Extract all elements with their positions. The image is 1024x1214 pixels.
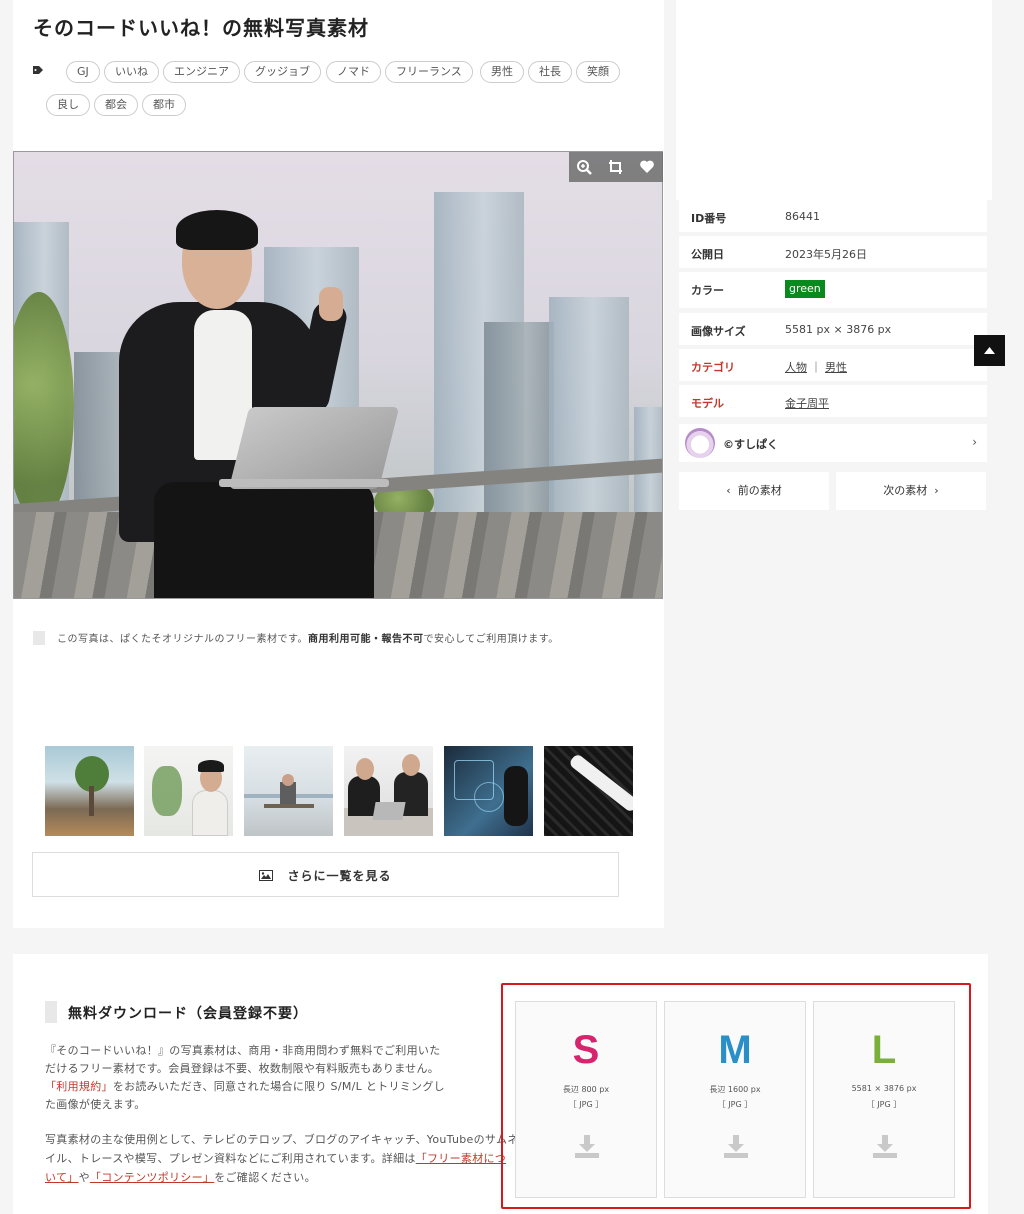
download-text-line: た画像が使えます。 <box>45 1098 146 1111</box>
color-badge[interactable]: green <box>785 280 825 298</box>
tag-icon <box>33 66 43 74</box>
free-material-link[interactable]: 「フリー素材につ <box>416 1152 506 1165</box>
more-list-label: さらに一覧を見る <box>287 869 392 883</box>
size-dim-l: 5581 × 3876 px <box>851 1084 917 1093</box>
main-photo[interactable] <box>13 151 663 599</box>
tag-smile[interactable]: 笑顔 <box>576 61 620 83</box>
download-text-line: 「利用規約」をお読みいただき、同意された場合に限り S/M/L とトリミングし <box>45 1080 445 1093</box>
info-id-label: ID番号 <box>691 212 727 225</box>
heart-icon[interactable] <box>631 152 662 182</box>
related-thumb-keyboard[interactable] <box>544 746 633 836</box>
download-title: 無料ダウンロード（会員登録不要） <box>68 1006 308 1022</box>
license-notice: この写真は、ぱくたそオリジナルのフリー素材です。商用利用可能・報告不可で安心して… <box>57 634 559 645</box>
download-size-s[interactable]: S 長辺 800 px ［ JPG ］ <box>515 1001 657 1198</box>
category-link-person[interactable]: 人物 <box>785 361 807 374</box>
terms-link[interactable]: 「利用規約」 <box>45 1080 113 1093</box>
info-model-row: モデル 金子周平 <box>679 385 987 417</box>
sidebar-ad-area <box>676 0 992 200</box>
size-letter-l: L <box>871 1028 897 1072</box>
info-color-row: カラー green <box>679 272 987 308</box>
size-letter-s: S <box>572 1028 600 1072</box>
zoom-in-icon[interactable] <box>569 152 600 182</box>
info-size-row: 画像サイズ 5581 px × 3876 px <box>679 313 987 345</box>
download-size-l[interactable]: L 5581 × 3876 px ［ JPG ］ <box>813 1001 955 1198</box>
download-icon <box>873 1135 897 1158</box>
info-date-label: 公開日 <box>691 248 724 261</box>
download-text-line: イル、トレースや模写、プレゼン資料などにご利用されています。詳細は「フリー素材に… <box>45 1152 507 1165</box>
download-size-m[interactable]: M 長辺 1600 px ［ JPG ］ <box>664 1001 806 1198</box>
tag-freelance[interactable]: フリーランス <box>385 61 473 83</box>
image-icon <box>259 870 274 881</box>
next-item-button[interactable]: 次の素材 › <box>836 472 986 510</box>
tag-male[interactable]: 男性 <box>480 61 524 83</box>
info-category-label: カテゴリ <box>691 361 735 374</box>
more-list-button[interactable]: さらに一覧を見る <box>32 852 619 897</box>
info-size-label: 画像サイズ <box>691 325 746 338</box>
download-title-marker <box>45 1001 57 1023</box>
content-policy-link[interactable]: 「コンテンツポリシー」 <box>90 1171 214 1184</box>
info-model-value: 金子周平 <box>785 395 829 411</box>
chevron-right-icon: › <box>934 484 939 497</box>
related-thumb-lobby[interactable] <box>45 746 134 836</box>
info-date-value: 2023年5月26日 <box>785 248 867 261</box>
chevron-left-icon: ‹ <box>726 484 731 497</box>
caret-up-icon <box>984 347 995 354</box>
category-separator: ｜ <box>810 361 822 374</box>
size-dim-s: 長辺 800 px <box>562 1085 610 1094</box>
model-link[interactable]: 金子周平 <box>785 397 829 410</box>
info-category-row: カテゴリ 人物 ｜ 男性 <box>679 349 987 381</box>
tag-good-job[interactable]: グッジョブ <box>244 61 321 83</box>
category-link-male[interactable]: 男性 <box>825 361 847 374</box>
download-text-line: だけるフリー素材です。会員登録は不要、枚数制限や有料販売もありません。 <box>45 1062 440 1075</box>
info-category-value: 人物 ｜ 男性 <box>785 359 847 375</box>
download-text-line: いて」や「コンテンツポリシー」をご確認ください。 <box>45 1171 316 1184</box>
size-letter-m: M <box>718 1028 752 1072</box>
tag-toshi[interactable]: 都市 <box>142 94 186 116</box>
info-model-label: モデル <box>691 397 724 410</box>
info-size-value: 5581 px × 3876 px <box>785 323 892 336</box>
tag-gj[interactable]: GJ <box>66 61 100 83</box>
tag-president[interactable]: 社長 <box>528 61 572 83</box>
download-text-line: 写真素材の主な使用例として、テレビのテロップ、ブログのアイキャッチ、YouTub… <box>45 1133 519 1146</box>
download-text-line: 『そのコードいいね！』の写真素材は、商用・非商用問わず無料でご利用いた <box>45 1044 441 1057</box>
author-row[interactable]: ©すしぱく › <box>679 424 987 462</box>
info-date-row: 公開日 2023年5月26日 <box>679 236 987 268</box>
download-icon <box>724 1135 748 1158</box>
tag-iine[interactable]: いいね <box>104 61 159 83</box>
tag-nomad[interactable]: ノマド <box>326 61 381 83</box>
size-format-s: ［ JPG ］ <box>568 1100 604 1109</box>
size-dim-m: 長辺 1600 px <box>709 1085 761 1094</box>
crop-icon[interactable] <box>600 152 631 182</box>
author-name: ©すしぱく <box>723 438 778 451</box>
next-item-label: 次の素材 <box>883 484 928 497</box>
info-color-label: カラー <box>691 284 724 297</box>
download-icon <box>575 1135 599 1158</box>
related-thumb-hologram[interactable] <box>444 746 533 836</box>
photo-toolbar <box>569 152 663 182</box>
info-id-value: 86441 <box>785 210 820 223</box>
page-title: そのコードいいね！の無料写真素材 <box>33 16 369 40</box>
related-thumb-beach-desk[interactable] <box>244 746 333 836</box>
tag-tokai[interactable]: 都会 <box>94 94 138 116</box>
free-material-link-cont[interactable]: いて」 <box>45 1171 79 1184</box>
back-to-top-button[interactable] <box>974 335 1005 366</box>
author-avatar <box>685 428 715 458</box>
chevron-right-icon: › <box>972 435 977 449</box>
related-thumb-two-men[interactable] <box>344 746 433 836</box>
prev-item-button[interactable]: ‹ 前の素材 <box>679 472 829 510</box>
size-format-m: ［ JPG ］ <box>717 1100 753 1109</box>
related-thumb-man-plant[interactable] <box>144 746 233 836</box>
tag-engineer[interactable]: エンジニア <box>163 61 240 83</box>
tag-yoshi[interactable]: 良し <box>46 94 90 116</box>
size-format-l: ［ JPG ］ <box>866 1100 902 1109</box>
prev-item-label: 前の素材 <box>737 484 782 497</box>
notice-marker <box>33 631 45 645</box>
info-id-row: ID番号 86441 <box>679 200 987 232</box>
